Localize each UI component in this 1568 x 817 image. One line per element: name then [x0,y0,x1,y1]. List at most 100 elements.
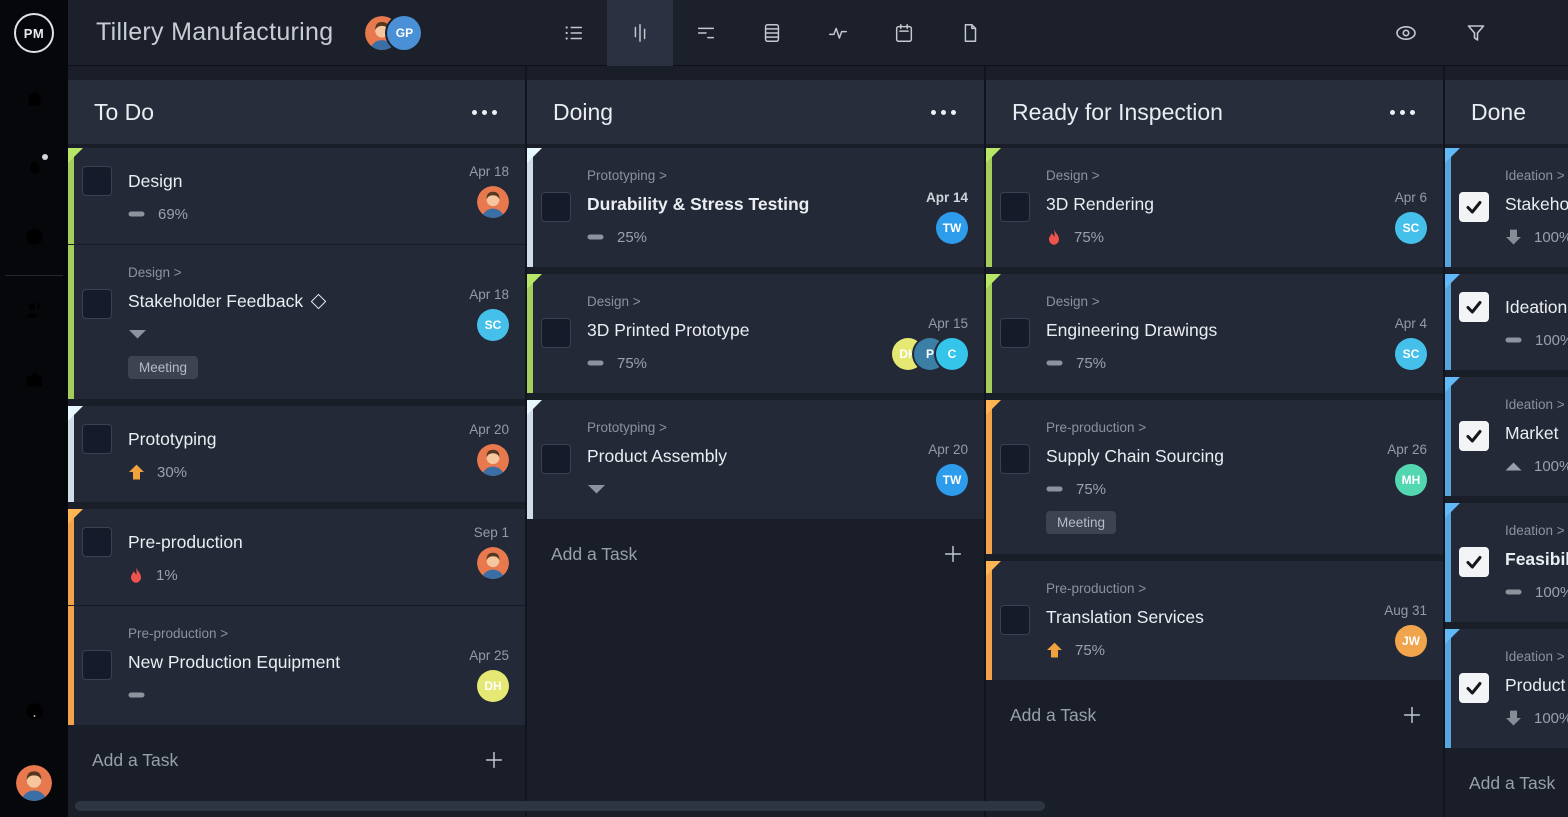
task-card[interactable]: Design >Stakeholder FeedbackMeetingApr 1… [68,244,525,399]
task-card[interactable]: Pre-production >Supply Chain Sourcing75%… [986,400,1443,554]
task-checkbox[interactable] [82,289,112,319]
view-tab-sheet[interactable] [739,0,805,66]
horizontal-scrollbar-thumb[interactable] [75,801,1045,811]
task-assignees: MH [1395,464,1427,496]
task-meta: Apr 15CPDH [892,316,968,370]
view-tab-docs[interactable] [937,0,1003,66]
task-card[interactable]: Prototyping30%Apr 20 [68,406,525,502]
task-card[interactable]: Pre-production1%Sep 1 [68,509,525,605]
task-progress-row [128,324,509,344]
task-checkbox[interactable] [1000,192,1030,222]
task-card[interactable]: Ideation >Feasibility100% [1445,503,1568,622]
kanban-board: To DoDesign69%Apr 18Design >Stakeholder … [68,66,1568,817]
task-checkbox[interactable] [1000,444,1030,474]
task-checkbox[interactable] [541,318,571,348]
task-checkbox-checked[interactable] [1459,547,1489,577]
task-card[interactable]: Ideation >Market100% [1445,377,1568,496]
task-checkbox[interactable] [541,444,571,474]
task-checkbox[interactable] [82,424,112,454]
sidebar-item-recents[interactable] [0,204,68,273]
project-members[interactable]: GP [365,16,421,50]
task-checkbox[interactable] [541,192,571,222]
task-card[interactable]: Prototyping >Durability & Stress Testing… [527,148,984,267]
task-breadcrumb: Design > [128,265,509,280]
task-card[interactable]: Pre-production >New Production Equipment… [68,605,525,725]
column-header: Doing [527,80,984,144]
task-title-row: Translation Services [1046,604,1427,630]
milestone-diamond-icon [311,293,327,309]
recents-icon [23,225,46,253]
task-breadcrumb: Prototyping > [587,168,968,183]
task-tags: Meeting [128,356,509,379]
add-task-button[interactable]: Add a Task [1445,756,1568,810]
task-progress-value: 100% [1534,710,1568,727]
add-task-label: Add a Task [1010,705,1096,726]
eye-icon[interactable] [1394,21,1418,45]
plus-icon[interactable] [1401,704,1423,726]
rail-mid-items [0,278,68,416]
task-card[interactable]: Ideation100% [1445,274,1568,370]
view-tab-board[interactable] [607,0,673,66]
task-card[interactable]: Design >3D Rendering75%Apr 6SC [986,148,1443,267]
dash-icon [1046,486,1064,492]
sidebar-item-home[interactable] [0,66,68,135]
task-card[interactable]: Prototyping >Product AssemblyApr 20TW [527,400,984,519]
task-title-row: New Production Equipment [128,649,509,675]
up-arrow-icon [128,464,145,480]
task-card[interactable]: Design >3D Printed Prototype75%Apr 15CPD… [527,274,984,393]
rail-footer-items [0,610,68,748]
add-task-button[interactable]: Add a Task [986,688,1443,742]
task-checkbox-checked[interactable] [1459,192,1489,222]
view-tab-gantt[interactable] [673,0,739,66]
sidebar-item-add[interactable] [0,610,68,679]
add-task-button[interactable]: Add a Task [527,527,984,581]
column-doing: DoingPrototyping >Durability & Stress Te… [527,66,984,817]
task-card[interactable]: Design69%Apr 18 [68,148,525,244]
plus-icon[interactable] [942,543,964,565]
app-logo[interactable]: PM [0,0,68,66]
task-progress-row: 75% [1046,640,1427,660]
top-bar-actions [1394,21,1568,45]
plus-icon[interactable] [483,749,505,771]
down-arrow-icon [1505,229,1522,245]
task-card[interactable]: Pre-production >Translation Services75%A… [986,561,1443,680]
task-card[interactable]: Design >Engineering Drawings75%Apr 4SC [986,274,1443,393]
task-card[interactable]: Ideation >Stakeholder100% [1445,148,1568,267]
task-title: Supply Chain Sourcing [1046,446,1224,467]
task-card[interactable]: Ideation >Product100% [1445,629,1568,748]
task-progress-value: 100% [1535,332,1568,349]
sidebar-item-team[interactable] [0,278,68,347]
rail-divider [5,275,63,276]
card-group: Design >3D Rendering75%Apr 6SC [986,148,1443,267]
view-tab-list[interactable] [541,0,607,66]
sidebar-item-help[interactable] [0,679,68,748]
up-triangle-icon [1505,462,1522,471]
task-checkbox[interactable] [82,650,112,680]
user-profile-button[interactable] [0,748,68,817]
task-title-row: 3D Rendering [1046,191,1427,217]
initials-avatar: C [936,338,968,370]
task-checkbox[interactable] [82,527,112,557]
column-menu-icon[interactable] [929,104,958,121]
column-menu-icon[interactable] [1388,104,1417,121]
user-photo-avatar [16,765,52,801]
column-title: Done [1471,99,1526,126]
task-title: Product [1505,675,1565,696]
task-title-row: Stakeholder [1505,191,1568,217]
column-menu-icon[interactable] [470,104,499,121]
add-task-button[interactable]: Add a Task [68,733,525,787]
task-checkbox-checked[interactable] [1459,292,1489,322]
sidebar-item-portfolio[interactable] [0,347,68,416]
task-checkbox[interactable] [1000,318,1030,348]
task-checkbox[interactable] [1000,605,1030,635]
add-task-label: Add a Task [92,750,178,771]
view-tab-calendar[interactable] [871,0,937,66]
filter-icon[interactable] [1464,21,1488,45]
task-checkbox-checked[interactable] [1459,421,1489,451]
task-checkbox-checked[interactable] [1459,673,1489,703]
view-tab-activity[interactable] [805,0,871,66]
task-title: Engineering Drawings [1046,320,1217,341]
task-checkbox[interactable] [82,166,112,196]
sidebar-item-notifications[interactable] [0,135,68,204]
initials-avatar: JW [1395,625,1427,657]
